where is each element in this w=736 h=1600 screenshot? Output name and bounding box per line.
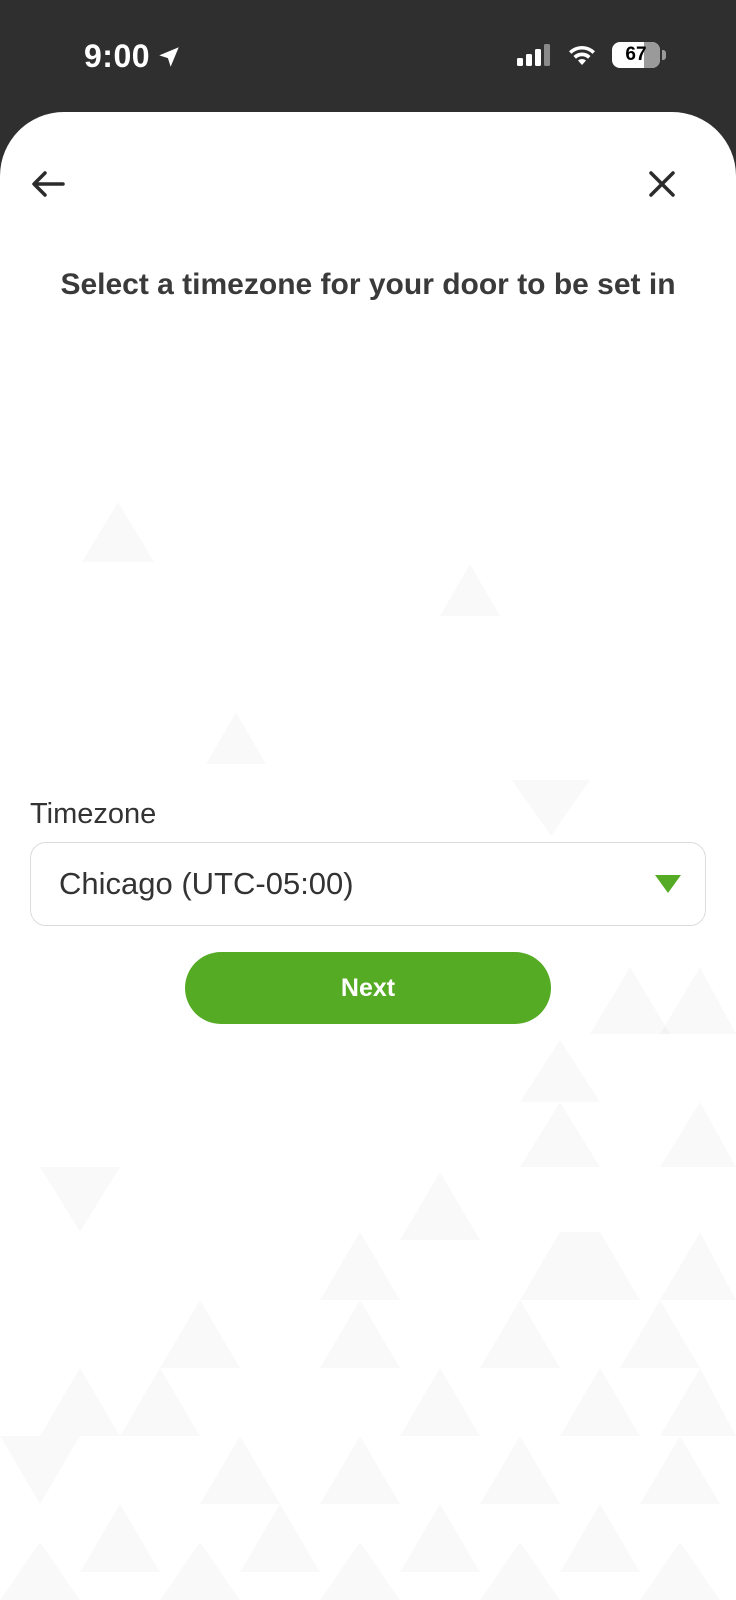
modal-sheet: Select a timezone for your door to be se… (0, 112, 736, 1600)
location-arrow-icon (159, 46, 179, 67)
status-time-group: 9:00 (84, 38, 182, 75)
cellular-signal-icon (517, 44, 550, 66)
close-icon (649, 171, 675, 197)
timezone-select[interactable]: Chicago (UTC-05:00) (30, 842, 706, 926)
battery-indicator: 67 (612, 42, 660, 68)
page-title: Select a timezone for your door to be se… (60, 268, 676, 301)
timezone-label: Timezone (30, 798, 157, 830)
battery-cap (662, 50, 666, 60)
battery-level: 67 (625, 44, 647, 65)
status-icons: 67 (516, 42, 666, 68)
timezone-value: Chicago (UTC-05:00) (59, 866, 354, 901)
back-arrow-icon (32, 171, 65, 197)
wifi-icon (569, 45, 595, 65)
close-button[interactable] (634, 156, 690, 212)
back-button[interactable] (20, 156, 76, 212)
status-bar: 9:00 67 (0, 0, 736, 112)
next-button[interactable]: Next (185, 952, 551, 1024)
status-time: 9:00 (84, 38, 151, 74)
dropdown-triangle-icon (655, 875, 681, 893)
